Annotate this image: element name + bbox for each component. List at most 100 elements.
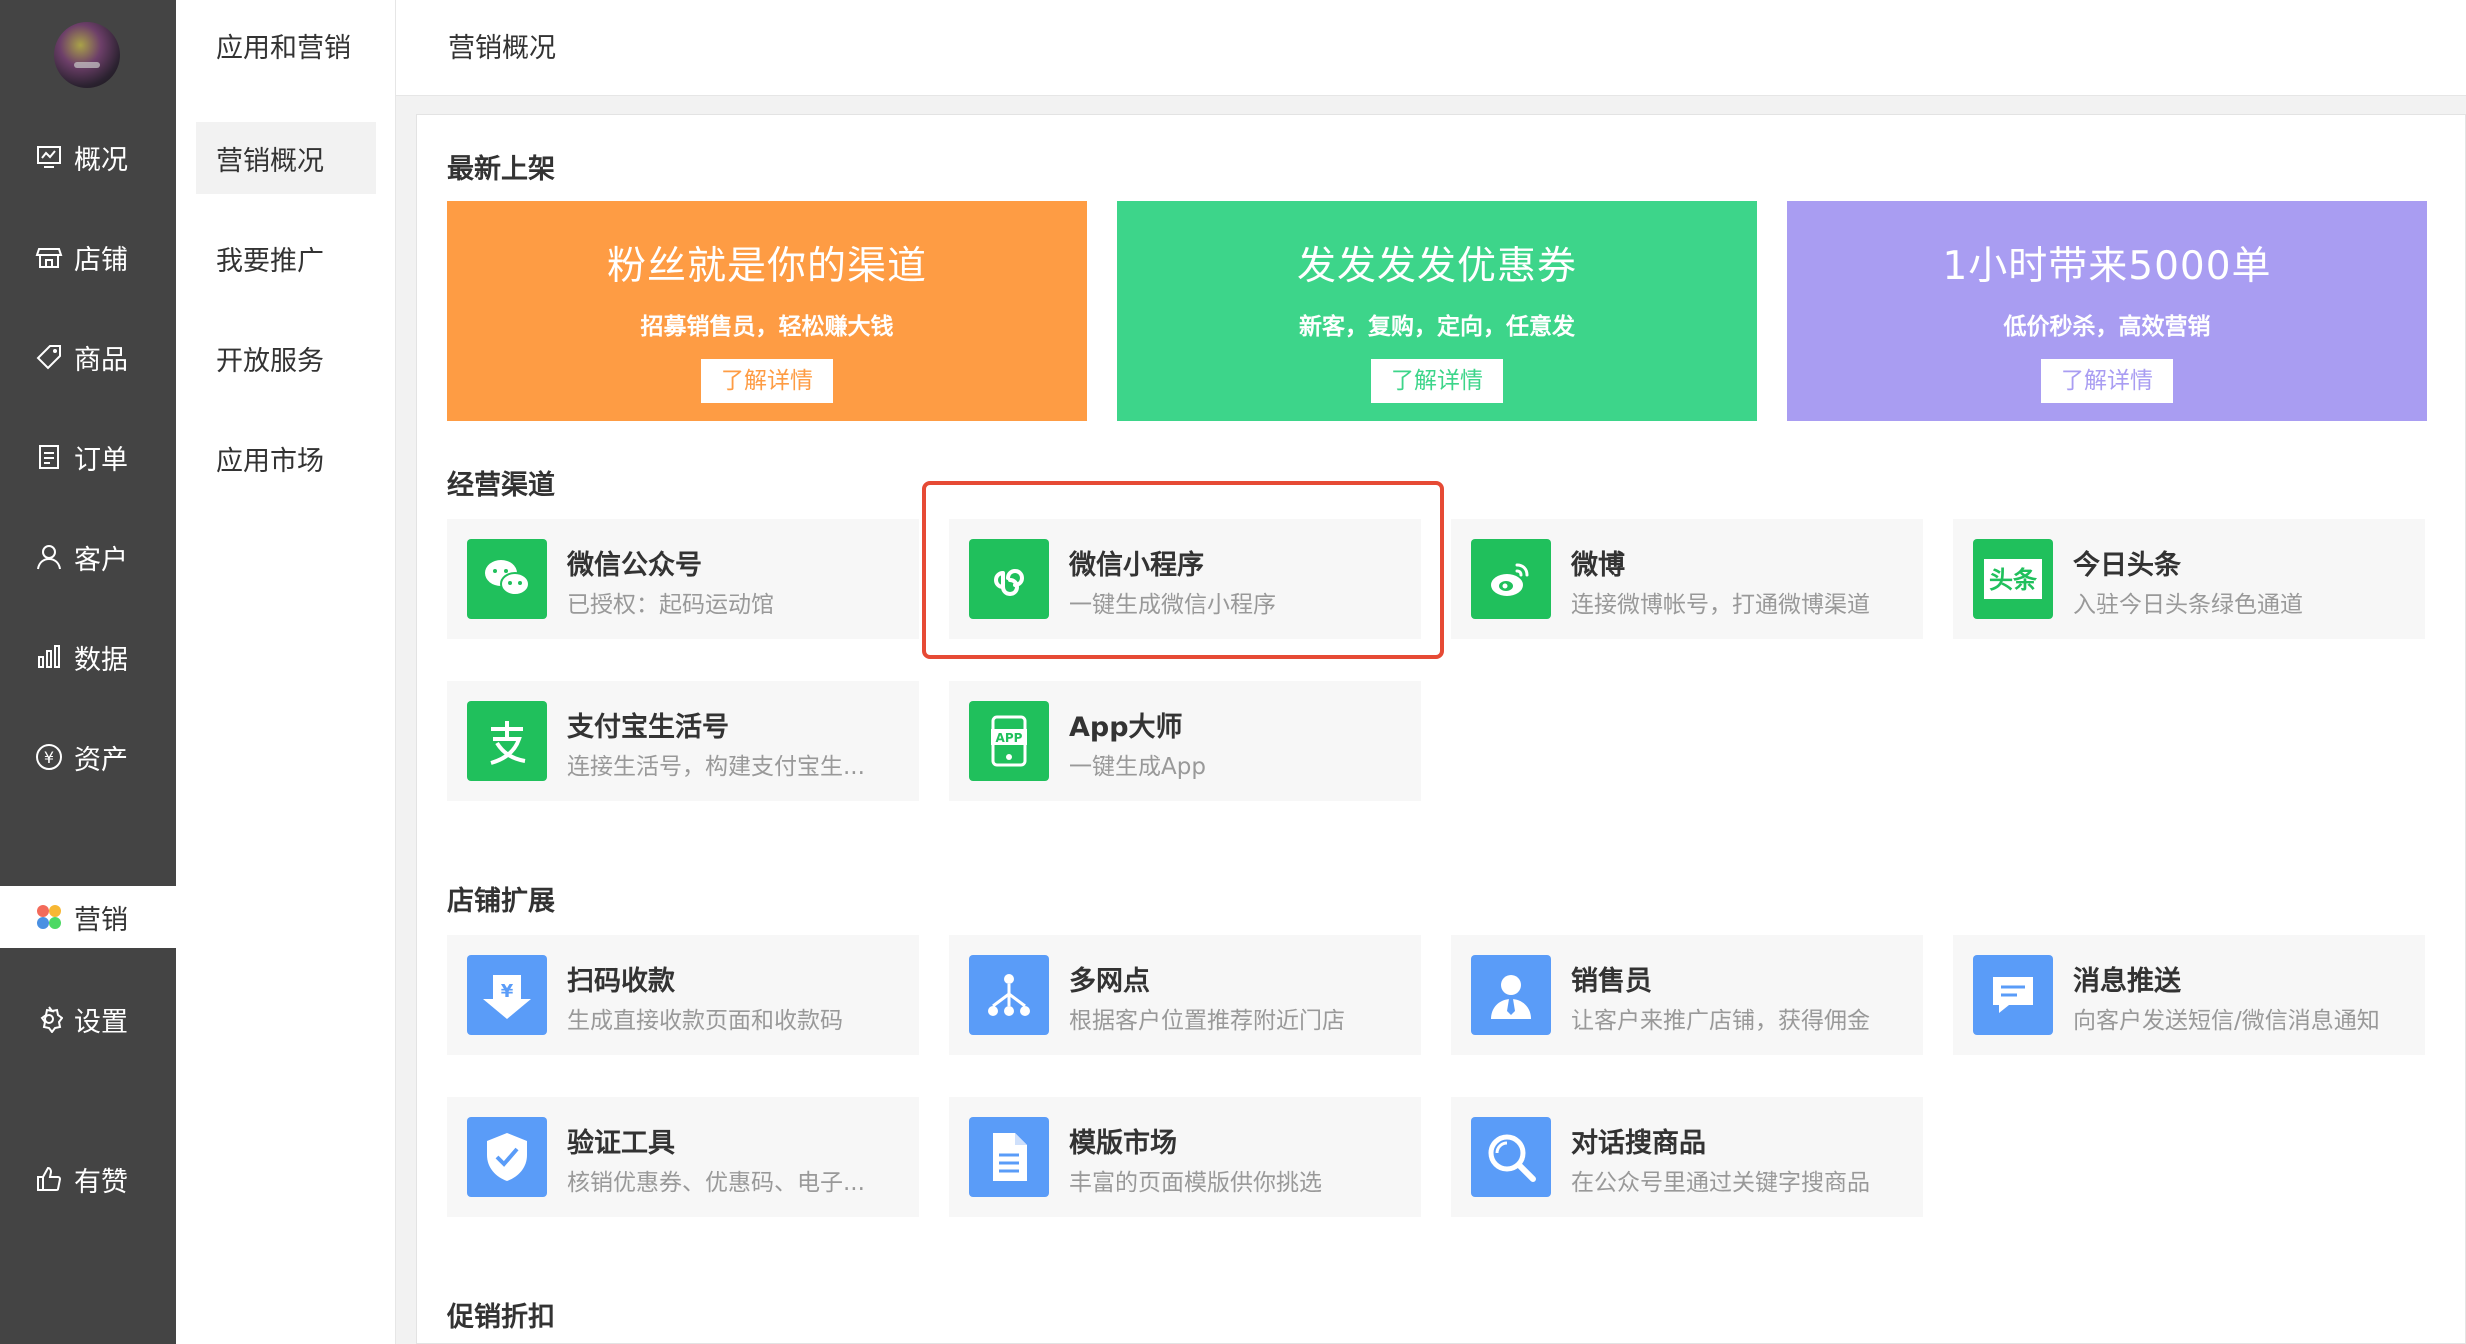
sidebar-item-goods[interactable]: 商品 xyxy=(0,326,176,388)
card-wechat-official[interactable]: 微信公众号 已授权：起码运动馆 xyxy=(447,519,919,639)
banner-subtitle: 新客，复购，定向，任意发 xyxy=(1299,314,1575,340)
card-name: 微信小程序 xyxy=(1069,550,1204,581)
subnav-item-label: 应用市场 xyxy=(216,445,324,477)
card-description: 让客户来推广店铺，获得佣金 xyxy=(1571,1008,1870,1034)
order-icon xyxy=(34,442,64,472)
card-description: 一键生成微信小程序 xyxy=(1069,592,1276,618)
sidebar-item-assets[interactable]: ¥ 资产 xyxy=(0,726,176,788)
message-icon xyxy=(1973,955,2053,1035)
card-description: 一键生成App xyxy=(1069,754,1206,780)
banner-coupon[interactable]: 发发发发优惠券 新客，复购，定向，任意发 了解详情 xyxy=(1117,201,1757,421)
card-name: 微博 xyxy=(1571,550,1625,581)
main-sidebar: 概况 店铺 商品 订单 客户 数据 ¥ 资产 营销 设置 有赞 xyxy=(0,0,176,1344)
sidebar-item-youzan[interactable]: 有赞 xyxy=(0,1148,176,1210)
sidebar-item-label: 有赞 xyxy=(74,1166,128,1198)
card-description: 连接微博帐号，打通微博渠道 xyxy=(1571,592,1870,618)
subnav-title: 应用和营销 xyxy=(216,33,351,64)
sidebar-item-label: 订单 xyxy=(74,444,128,476)
card-message-push[interactable]: 消息推送 向客户发送短信/微信消息通知 xyxy=(1953,935,2425,1055)
learn-more-button[interactable]: 了解详情 xyxy=(701,359,833,403)
search-icon xyxy=(1471,1117,1551,1197)
tag-icon xyxy=(34,342,64,372)
sidebar-item-label: 资产 xyxy=(74,744,128,776)
sidebar-item-orders[interactable]: 订单 xyxy=(0,426,176,488)
card-description: 根据客户位置推荐附近门店 xyxy=(1069,1008,1345,1034)
content-panel: 最新上架 粉丝就是你的渠道 招募销售员，轻松赚大钱 了解详情 发发发发优惠券 新… xyxy=(416,114,2466,1344)
sidebar-item-label: 设置 xyxy=(74,1006,128,1038)
card-qr-payment[interactable]: ¥ 扫码收款 生成直接收款页面和收款码 xyxy=(447,935,919,1055)
sidebar-item-overview[interactable]: 概况 xyxy=(0,126,176,188)
card-multi-store[interactable]: 多网点 根据客户位置推荐附近门店 xyxy=(949,935,1421,1055)
card-description: 丰富的页面模版供你挑选 xyxy=(1069,1170,1322,1196)
weibo-icon xyxy=(1471,539,1551,619)
card-description: 连接生活号，构建支付宝生... xyxy=(567,754,865,780)
sidebar-item-data[interactable]: 数据 xyxy=(0,626,176,688)
learn-more-button[interactable]: 了解详情 xyxy=(1371,359,1503,403)
sidebar-item-store[interactable]: 店铺 xyxy=(0,226,176,288)
shield-check-icon xyxy=(467,1117,547,1197)
card-chat-search[interactable]: 对话搜商品 在公众号里通过关键字搜商品 xyxy=(1451,1097,1923,1217)
yen-icon: ¥ xyxy=(34,742,64,772)
document-icon xyxy=(969,1117,1049,1197)
card-app-master[interactable]: APP App大师 一键生成App xyxy=(949,681,1421,801)
sidebar-item-customers[interactable]: 客户 xyxy=(0,526,176,588)
card-description: 入驻今日头条绿色通道 xyxy=(2073,592,2303,618)
card-description: 生成直接收款页面和收款码 xyxy=(567,1008,843,1034)
overview-icon xyxy=(34,142,64,172)
sidebar-item-settings[interactable]: 设置 xyxy=(0,988,176,1050)
app-icon: APP xyxy=(969,701,1049,781)
banner-flash-sale[interactable]: 1小时带来5000单 低价秒杀，高效营销 了解详情 xyxy=(1787,201,2427,421)
salesperson-icon xyxy=(1471,955,1551,1035)
toutiao-icon: 头条 xyxy=(1973,539,2053,619)
chart-icon xyxy=(34,642,64,672)
card-name: 微信公众号 xyxy=(567,550,702,581)
gear-icon xyxy=(34,1004,64,1034)
card-name: 多网点 xyxy=(1069,966,1150,997)
subnav-item-app-market[interactable]: 应用市场 xyxy=(196,422,376,494)
marketing-icon xyxy=(34,902,64,932)
section-title-expand: 店铺扩展 xyxy=(447,886,555,917)
subnav-item-marketing-overview[interactable]: 营销概况 xyxy=(196,122,376,194)
avatar[interactable] xyxy=(54,22,120,88)
card-description: 在公众号里通过关键字搜商品 xyxy=(1571,1170,1870,1196)
card-name: 消息推送 xyxy=(2073,966,2181,997)
subnav-item-label: 营销概况 xyxy=(216,145,324,177)
card-toutiao[interactable]: 头条 今日头条 入驻今日头条绿色通道 xyxy=(1953,519,2425,639)
section-title-channels: 经营渠道 xyxy=(447,470,555,501)
sidebar-item-label: 客户 xyxy=(74,544,128,576)
sidebar-item-label: 营销 xyxy=(74,904,128,936)
subnav-item-label: 我要推广 xyxy=(216,245,324,277)
qr-payment-icon: ¥ xyxy=(467,955,547,1035)
card-name: App大师 xyxy=(1069,712,1183,743)
sidebar-item-label: 商品 xyxy=(74,344,128,376)
svg-text:¥: ¥ xyxy=(44,748,54,767)
card-description: 核销优惠券、优惠码、电子... xyxy=(567,1170,865,1196)
banner-title: 发发发发优惠券 xyxy=(1296,244,1577,289)
subnav-item-open-services[interactable]: 开放服务 xyxy=(196,322,376,394)
card-wechat-mini-program[interactable]: 微信小程序 一键生成微信小程序 xyxy=(949,519,1421,639)
card-name: 验证工具 xyxy=(567,1128,675,1159)
card-name: 模版市场 xyxy=(1069,1128,1177,1159)
sidebar-item-label: 店铺 xyxy=(74,244,128,276)
card-template-market[interactable]: 模版市场 丰富的页面模版供你挑选 xyxy=(949,1097,1421,1217)
card-alipay-life[interactable]: 支付宝生活号 连接生活号，构建支付宝生... xyxy=(447,681,919,801)
subnav-item-promote[interactable]: 我要推广 xyxy=(196,222,376,294)
store-icon xyxy=(34,242,64,272)
svg-text:¥: ¥ xyxy=(501,981,514,1002)
card-description: 向客户发送短信/微信消息通知 xyxy=(2073,1008,2380,1034)
banner-salesperson[interactable]: 粉丝就是你的渠道 招募销售员，轻松赚大钱 了解详情 xyxy=(447,201,1087,421)
card-name: 支付宝生活号 xyxy=(567,712,729,743)
card-weibo[interactable]: 微博 连接微博帐号，打通微博渠道 xyxy=(1451,519,1923,639)
learn-more-button[interactable]: 了解详情 xyxy=(2041,359,2173,403)
banner-title: 1小时带来5000单 xyxy=(1942,244,2272,289)
network-icon xyxy=(969,955,1049,1035)
card-salesperson[interactable]: 销售员 让客户来推广店铺，获得佣金 xyxy=(1451,935,1923,1055)
sub-navigation: 应用和营销 营销概况 我要推广 开放服务 应用市场 xyxy=(176,0,396,1344)
alipay-icon xyxy=(467,701,547,781)
user-icon xyxy=(34,542,64,572)
banner-subtitle: 低价秒杀，高效营销 xyxy=(2003,314,2211,340)
card-name: 对话搜商品 xyxy=(1571,1128,1706,1159)
sidebar-item-marketing[interactable]: 营销 xyxy=(0,886,176,948)
thumb-up-icon xyxy=(34,1164,64,1194)
card-verification-tool[interactable]: 验证工具 核销优惠券、优惠码、电子... xyxy=(447,1097,919,1217)
